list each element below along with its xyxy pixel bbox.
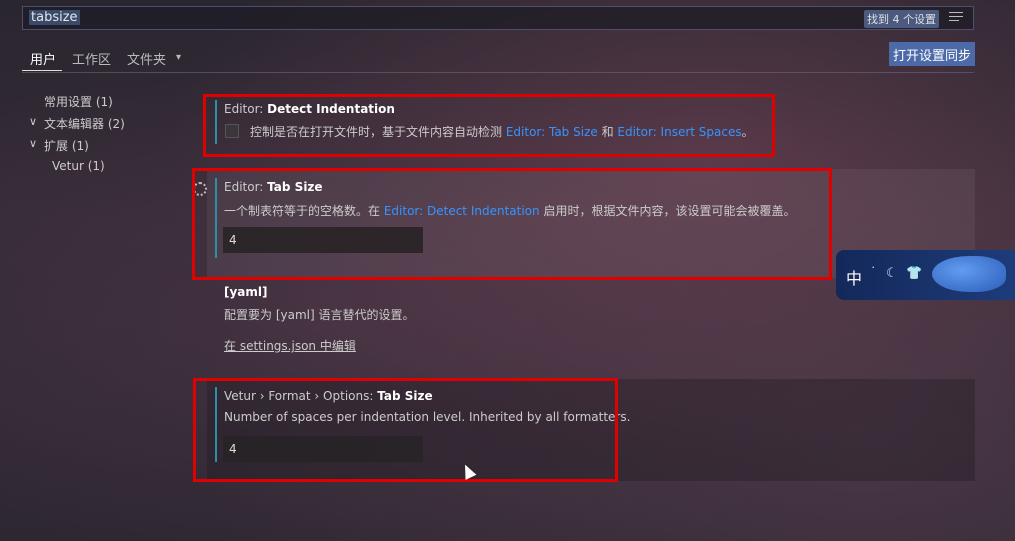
chevron-down-icon[interactable]: ∨ — [29, 137, 37, 150]
edit-in-settings-json-link[interactable]: 在 settings.json 中编辑 — [224, 337, 356, 354]
highlight-box — [193, 378, 618, 482]
toc-item-vetur[interactable]: Vetur (1) — [52, 159, 105, 173]
setting-description: 配置要为 [yaml] 语言替代的设置。 — [224, 308, 415, 322]
settings-sync-button[interactable]: 打开设置同步 — [889, 42, 975, 66]
tab-user-underline — [22, 70, 62, 71]
filter-lines-icon[interactable] — [949, 10, 965, 24]
results-count-badge: 找到 4 个设置 — [864, 10, 939, 28]
tab-workspace[interactable]: 工作区 — [72, 49, 111, 68]
setting-title-yaml: [yaml] — [224, 285, 268, 299]
shirt-icon[interactable]: 👕 — [906, 266, 922, 281]
settings-search-box[interactable]: tabsize 找到 4 个设置 — [22, 6, 974, 30]
highlight-box — [203, 94, 775, 157]
toc-item-extensions[interactable]: 扩展 (1) — [44, 137, 89, 154]
toc-item-text-editor[interactable]: 文本编辑器 (2) — [44, 115, 125, 132]
tab-folder[interactable]: 文件夹 — [127, 49, 166, 68]
toc-item-commonly-used[interactable]: 常用设置 (1) — [44, 93, 113, 110]
ime-language-toggle[interactable]: 中 — [846, 265, 862, 289]
highlight-box — [192, 168, 832, 280]
search-input[interactable]: tabsize — [29, 10, 80, 25]
ime-punctuation-icon[interactable]: ˙ — [870, 266, 877, 281]
tabs-divider — [22, 72, 974, 73]
moon-icon[interactable]: ☾ — [886, 266, 898, 281]
ime-toolbar[interactable]: 中 ˙ ☾ 👕 — [836, 250, 1015, 300]
whale-mascot-icon — [932, 256, 1006, 292]
tab-user[interactable]: 用户 — [30, 49, 56, 68]
chevron-down-icon[interactable]: ▾ — [176, 52, 181, 63]
chevron-down-icon[interactable]: ∨ — [29, 115, 37, 128]
